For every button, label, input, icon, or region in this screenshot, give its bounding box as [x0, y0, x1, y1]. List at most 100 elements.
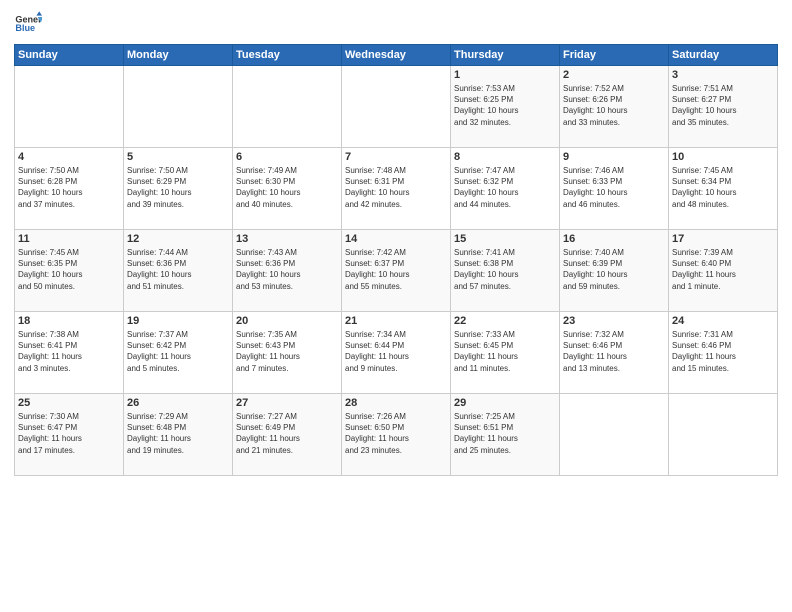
day-info: Sunrise: 7:50 AM Sunset: 6:29 PM Dayligh…: [127, 165, 229, 210]
day-info: Sunrise: 7:40 AM Sunset: 6:39 PM Dayligh…: [563, 247, 665, 292]
day-number: 19: [127, 315, 229, 327]
logo-icon: General Blue: [14, 10, 42, 38]
calendar-cell: [669, 394, 778, 476]
day-info: Sunrise: 7:30 AM Sunset: 6:47 PM Dayligh…: [18, 411, 120, 456]
calendar-cell: [560, 394, 669, 476]
day-info: Sunrise: 7:41 AM Sunset: 6:38 PM Dayligh…: [454, 247, 556, 292]
day-number: 15: [454, 233, 556, 245]
day-number: 5: [127, 151, 229, 163]
day-info: Sunrise: 7:45 AM Sunset: 6:34 PM Dayligh…: [672, 165, 774, 210]
day-number: 12: [127, 233, 229, 245]
day-info: Sunrise: 7:29 AM Sunset: 6:48 PM Dayligh…: [127, 411, 229, 456]
day-info: Sunrise: 7:47 AM Sunset: 6:32 PM Dayligh…: [454, 165, 556, 210]
day-info: Sunrise: 7:31 AM Sunset: 6:46 PM Dayligh…: [672, 329, 774, 374]
header-thursday: Thursday: [451, 45, 560, 66]
calendar-cell: [342, 66, 451, 148]
calendar-cell: 14 Sunrise: 7:42 AM Sunset: 6:37 PM Dayli…: [342, 230, 451, 312]
page-container: General Blue SundayMondayTuesdayWednesda…: [0, 0, 792, 612]
day-number: 14: [345, 233, 447, 245]
calendar-cell: 6 Sunrise: 7:49 AM Sunset: 6:30 PM Daylig…: [233, 148, 342, 230]
calendar-cell: 7 Sunrise: 7:48 AM Sunset: 6:31 PM Daylig…: [342, 148, 451, 230]
day-number: 20: [236, 315, 338, 327]
calendar-cell: 2 Sunrise: 7:52 AM Sunset: 6:26 PM Daylig…: [560, 66, 669, 148]
calendar-cell: 12 Sunrise: 7:44 AM Sunset: 6:36 PM Dayli…: [124, 230, 233, 312]
day-info: Sunrise: 7:32 AM Sunset: 6:46 PM Dayligh…: [563, 329, 665, 374]
calendar-cell: 21Sunrise: 7:34 AM Sunset: 6:44 PM Dayli…: [342, 312, 451, 394]
day-number: 11: [18, 233, 120, 245]
calendar-header-row: SundayMondayTuesdayWednesdayThursdayFrid…: [15, 45, 778, 66]
calendar-cell: [124, 66, 233, 148]
day-number: 26: [127, 397, 229, 409]
day-info: Sunrise: 7:33 AM Sunset: 6:45 PM Dayligh…: [454, 329, 556, 374]
day-number: 6: [236, 151, 338, 163]
day-number: 9: [563, 151, 665, 163]
day-info: Sunrise: 7:35 AM Sunset: 6:43 PM Dayligh…: [236, 329, 338, 374]
day-info: Sunrise: 7:48 AM Sunset: 6:31 PM Dayligh…: [345, 165, 447, 210]
calendar-cell: 13 Sunrise: 7:43 AM Sunset: 6:36 PM Dayli…: [233, 230, 342, 312]
day-number: 10: [672, 151, 774, 163]
header-wednesday: Wednesday: [342, 45, 451, 66]
calendar-cell: 28Sunrise: 7:26 AM Sunset: 6:50 PM Dayli…: [342, 394, 451, 476]
calendar-cell: 25 Sunrise: 7:30 AM Sunset: 6:47 PM Dayli…: [15, 394, 124, 476]
day-number: 24: [672, 315, 774, 327]
calendar-cell: 29 Sunrise: 7:25 AM Sunset: 6:51 PM Dayli…: [451, 394, 560, 476]
day-number: 21: [345, 315, 447, 327]
day-number: 25: [18, 397, 120, 409]
day-number: 28: [345, 397, 447, 409]
calendar-cell: 26 Sunrise: 7:29 AM Sunset: 6:48 PM Dayli…: [124, 394, 233, 476]
day-number: 29: [454, 397, 556, 409]
day-info: Sunrise: 7:45 AM Sunset: 6:35 PM Dayligh…: [18, 247, 120, 292]
calendar-cell: 15 Sunrise: 7:41 AM Sunset: 6:38 PM Dayli…: [451, 230, 560, 312]
calendar-cell: 17 Sunrise: 7:39 AM Sunset: 6:40 PM Dayli…: [669, 230, 778, 312]
calendar-cell: 19 Sunrise: 7:37 AM Sunset: 6:42 PM Dayli…: [124, 312, 233, 394]
day-info: Sunrise: 7:39 AM Sunset: 6:40 PM Dayligh…: [672, 247, 774, 292]
calendar-week-1: 4Sunrise: 7:50 AM Sunset: 6:28 PM Daylig…: [15, 148, 778, 230]
calendar-cell: 1 Sunrise: 7:53 AM Sunset: 6:25 PM Daylig…: [451, 66, 560, 148]
day-info: Sunrise: 7:37 AM Sunset: 6:42 PM Dayligh…: [127, 329, 229, 374]
day-info: Sunrise: 7:42 AM Sunset: 6:37 PM Dayligh…: [345, 247, 447, 292]
calendar-cell: 3Sunrise: 7:51 AM Sunset: 6:27 PM Daylig…: [669, 66, 778, 148]
day-number: 17: [672, 233, 774, 245]
day-info: Sunrise: 7:27 AM Sunset: 6:49 PM Dayligh…: [236, 411, 338, 456]
day-info: Sunrise: 7:52 AM Sunset: 6:26 PM Dayligh…: [563, 83, 665, 128]
header-friday: Friday: [560, 45, 669, 66]
calendar-cell: 27 Sunrise: 7:27 AM Sunset: 6:49 PM Dayli…: [233, 394, 342, 476]
day-number: 1: [454, 69, 556, 81]
calendar-cell: 9 Sunrise: 7:46 AM Sunset: 6:33 PM Daylig…: [560, 148, 669, 230]
day-number: 2: [563, 69, 665, 81]
header-tuesday: Tuesday: [233, 45, 342, 66]
calendar-cell: [15, 66, 124, 148]
svg-text:Blue: Blue: [15, 23, 35, 33]
header-sunday: Sunday: [15, 45, 124, 66]
day-info: Sunrise: 7:25 AM Sunset: 6:51 PM Dayligh…: [454, 411, 556, 456]
calendar-table: SundayMondayTuesdayWednesdayThursdayFrid…: [14, 44, 778, 476]
calendar-cell: 23 Sunrise: 7:32 AM Sunset: 6:46 PM Dayli…: [560, 312, 669, 394]
day-info: Sunrise: 7:46 AM Sunset: 6:33 PM Dayligh…: [563, 165, 665, 210]
page-header: General Blue: [14, 10, 778, 38]
calendar-cell: 10 Sunrise: 7:45 AM Sunset: 6:34 PM Dayli…: [669, 148, 778, 230]
day-info: Sunrise: 7:38 AM Sunset: 6:41 PM Dayligh…: [18, 329, 120, 374]
day-info: Sunrise: 7:53 AM Sunset: 6:25 PM Dayligh…: [454, 83, 556, 128]
day-number: 27: [236, 397, 338, 409]
day-info: Sunrise: 7:50 AM Sunset: 6:28 PM Dayligh…: [18, 165, 120, 210]
header-monday: Monday: [124, 45, 233, 66]
day-info: Sunrise: 7:43 AM Sunset: 6:36 PM Dayligh…: [236, 247, 338, 292]
calendar-cell: 5 Sunrise: 7:50 AM Sunset: 6:29 PM Daylig…: [124, 148, 233, 230]
day-number: 13: [236, 233, 338, 245]
day-info: Sunrise: 7:49 AM Sunset: 6:30 PM Dayligh…: [236, 165, 338, 210]
day-info: Sunrise: 7:44 AM Sunset: 6:36 PM Dayligh…: [127, 247, 229, 292]
logo: General Blue: [14, 10, 44, 38]
calendar-week-0: 1 Sunrise: 7:53 AM Sunset: 6:25 PM Daylig…: [15, 66, 778, 148]
calendar-cell: 24 Sunrise: 7:31 AM Sunset: 6:46 PM Dayli…: [669, 312, 778, 394]
calendar-week-2: 11 Sunrise: 7:45 AM Sunset: 6:35 PM Dayli…: [15, 230, 778, 312]
day-number: 23: [563, 315, 665, 327]
day-number: 16: [563, 233, 665, 245]
calendar-cell: [233, 66, 342, 148]
day-info: Sunrise: 7:51 AM Sunset: 6:27 PM Dayligh…: [672, 83, 774, 128]
day-number: 7: [345, 151, 447, 163]
day-number: 22: [454, 315, 556, 327]
calendar-cell: 16 Sunrise: 7:40 AM Sunset: 6:39 PM Dayli…: [560, 230, 669, 312]
calendar-cell: 20 Sunrise: 7:35 AM Sunset: 6:43 PM Dayli…: [233, 312, 342, 394]
day-number: 18: [18, 315, 120, 327]
calendar-cell: 18 Sunrise: 7:38 AM Sunset: 6:41 PM Dayli…: [15, 312, 124, 394]
